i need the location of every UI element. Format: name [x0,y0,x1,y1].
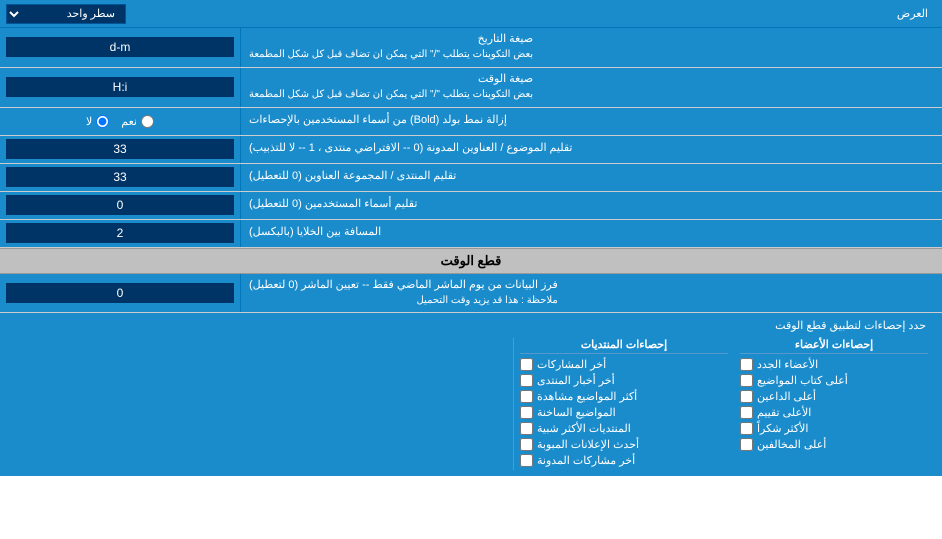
cb-top-inviters: أعلى الداعين [740,390,928,403]
stats-section: حدد إحصاءات لتطبيق قطع الوقت إحصاءات الأ… [0,313,942,476]
radio-yes-label[interactable]: نعم [121,115,154,128]
forum-trim-input[interactable] [6,167,234,187]
space-between-row: المسافة بين الخلايا (بالبكسل) [0,220,942,248]
stats-forums-title: إحصاءات المنتديات [520,338,728,354]
bold-remove-label: إزالة نمط بولد (Bold) من أسماء المستخدمي… [240,108,942,135]
checkbox-most-viewed[interactable] [520,390,533,403]
topics-trim-row: تقليم الموضوع / العناوين المدونة (0 -- ا… [0,136,942,164]
bold-remove-row: إزالة نمط بولد (Bold) من أسماء المستخدمي… [0,108,942,136]
stats-right-col [8,338,514,470]
topics-trim-input[interactable] [6,139,234,159]
cb-top-writers: أعلى كتاب المواضيع [740,374,928,387]
checkbox-hot-topics[interactable] [520,406,533,419]
radio-yes[interactable] [141,115,154,128]
checkbox-top-rated[interactable] [740,406,753,419]
cb-new-members: الأعضاء الجدد [740,358,928,371]
cb-last-posts: أخر المشاركات [520,358,728,371]
forum-trim-row: تقليم المنتدى / المجموعة العناوين (0 للت… [0,164,942,192]
cb-latest-classifieds: أحدث الإعلانات المبوبة [520,438,728,451]
cb-hot-topics: المواضيع الساخنة [520,406,728,419]
space-between-input[interactable] [6,223,234,243]
date-format-input-cell [0,28,240,67]
checkbox-last-forum-news[interactable] [520,374,533,387]
cb-top-rated: الأعلى تقييم [740,406,928,419]
checkbox-similar-forums[interactable] [520,422,533,435]
forum-trim-input-cell [0,164,240,191]
cb-similar-forums: المنتديات الأكثر شبية [520,422,728,435]
checkbox-top-inviters[interactable] [740,390,753,403]
stats-limit-label: حدد إحصاءات لتطبيق قطع الوقت [8,319,934,332]
stats-header: حدد إحصاءات لتطبيق قطع الوقت [8,319,934,332]
time-cut-label: فرز البيانات من يوم الماشر الماضي فقط --… [240,274,942,313]
time-cut-row: فرز البيانات من يوم الماشر الماضي فقط --… [0,274,942,314]
time-format-input[interactable] [6,77,234,97]
space-between-input-cell [0,220,240,247]
checkbox-new-members[interactable] [740,358,753,371]
checkbox-top-writers[interactable] [740,374,753,387]
time-cut-section-header: قطع الوقت [0,248,942,274]
users-trim-label: تقليم أسماء المستخدمين (0 للتعطيل) [240,192,942,219]
main-container: العرض سطر واحد متعدد الأسطر صيغة التاريخ… [0,0,942,476]
space-between-label: المسافة بين الخلايا (بالبكسل) [240,220,942,247]
stats-members-title: إحصاءات الأعضاء [740,338,928,354]
checkbox-top-violators[interactable] [740,438,753,451]
date-format-row: صيغة التاريخ بعض التكوينات يتطلب "/" الت… [0,28,942,68]
top-row: العرض سطر واحد متعدد الأسطر [0,0,942,28]
forum-trim-label: تقليم المنتدى / المجموعة العناوين (0 للت… [240,164,942,191]
cb-last-forum-news: أخر أخبار المنتدى [520,374,728,387]
checkbox-most-thanks[interactable] [740,422,753,435]
radio-no-label[interactable]: لا [86,115,109,128]
checkbox-latest-classifieds[interactable] [520,438,533,451]
time-format-label: صيغة الوقت بعض التكوينات يتطلب "/" التي … [240,68,942,107]
stats-columns: إحصاءات الأعضاء الأعضاء الجدد أعلى كتاب … [8,338,934,470]
cb-last-blog-posts: أخر مشاركات المدونة [520,454,728,467]
time-cut-input[interactable] [6,283,234,303]
users-trim-row: تقليم أسماء المستخدمين (0 للتعطيل) [0,192,942,220]
time-format-input-cell [0,68,240,107]
topics-trim-label: تقليم الموضوع / العناوين المدونة (0 -- ا… [240,136,942,163]
users-trim-input[interactable] [6,195,234,215]
users-trim-input-cell [0,192,240,219]
checkbox-last-posts[interactable] [520,358,533,371]
cb-most-viewed: أكثر المواضيع مشاهدة [520,390,728,403]
single-line-select[interactable]: سطر واحد متعدد الأسطر [6,4,126,24]
date-format-input[interactable] [6,37,234,57]
cb-top-violators: أعلى المخالفين [740,438,928,451]
top-label: العرض [126,7,936,20]
stats-members-col: إحصاءات الأعضاء الأعضاء الجدد أعلى كتاب … [734,338,934,470]
radio-no[interactable] [96,115,109,128]
stats-forums-col: إحصاءات المنتديات أخر المشاركات أخر أخبا… [514,338,734,470]
date-format-label: صيغة التاريخ بعض التكوينات يتطلب "/" الت… [240,28,942,67]
time-format-row: صيغة الوقت بعض التكوينات يتطلب "/" التي … [0,68,942,108]
checkbox-last-blog-posts[interactable] [520,454,533,467]
cb-most-thanks: الأكثر شكراً [740,422,928,435]
bold-remove-radio-cell: نعم لا [0,108,240,135]
time-cut-input-cell [0,274,240,313]
topics-trim-input-cell [0,136,240,163]
